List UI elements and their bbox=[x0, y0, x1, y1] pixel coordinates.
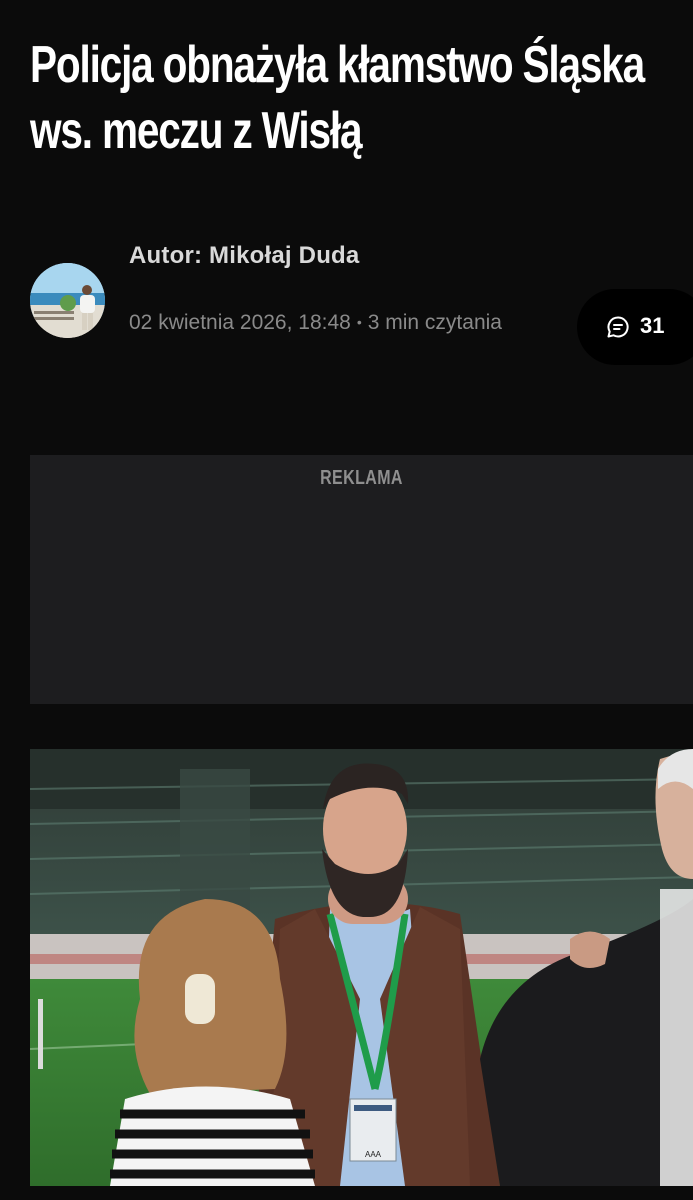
comments-button[interactable]: 31 bbox=[577, 289, 693, 365]
comment-bubble-icon bbox=[607, 316, 629, 338]
comments-count: 31 bbox=[640, 313, 665, 338]
publish-date: 02 kwietnia 2026, 18:48 bbox=[129, 311, 351, 334]
article-title-line-2: ws. meczu z Wisłą bbox=[30, 102, 363, 160]
ad-label: REKLAMA bbox=[320, 467, 403, 489]
read-time: 3 min czytania bbox=[367, 311, 502, 334]
article-title-line-1: Policja obnażyła kłamstwo Śląska bbox=[30, 36, 645, 94]
author-row: Autor: Mikołaj Duda 02 kwietnia 2026, 18… bbox=[0, 230, 693, 370]
meta-separator: • bbox=[356, 314, 362, 330]
author-name[interactable]: Autor: Mikołaj Duda bbox=[129, 242, 359, 270]
article-main-photo[interactable]: AAA bbox=[30, 749, 693, 1186]
author-avatar[interactable] bbox=[30, 263, 105, 338]
article-title: Policja obnażyła kłamstwo Śląska ws. mec… bbox=[30, 32, 645, 164]
stadium-scene-image: AAA bbox=[30, 749, 693, 1186]
avatar-photo bbox=[30, 263, 105, 338]
advertisement-slot[interactable]: REKLAMA bbox=[30, 455, 693, 704]
article-meta: 02 kwietnia 2026, 18:48 • 3 min czytania bbox=[129, 311, 502, 335]
badge-code: AAA bbox=[365, 1150, 382, 1159]
